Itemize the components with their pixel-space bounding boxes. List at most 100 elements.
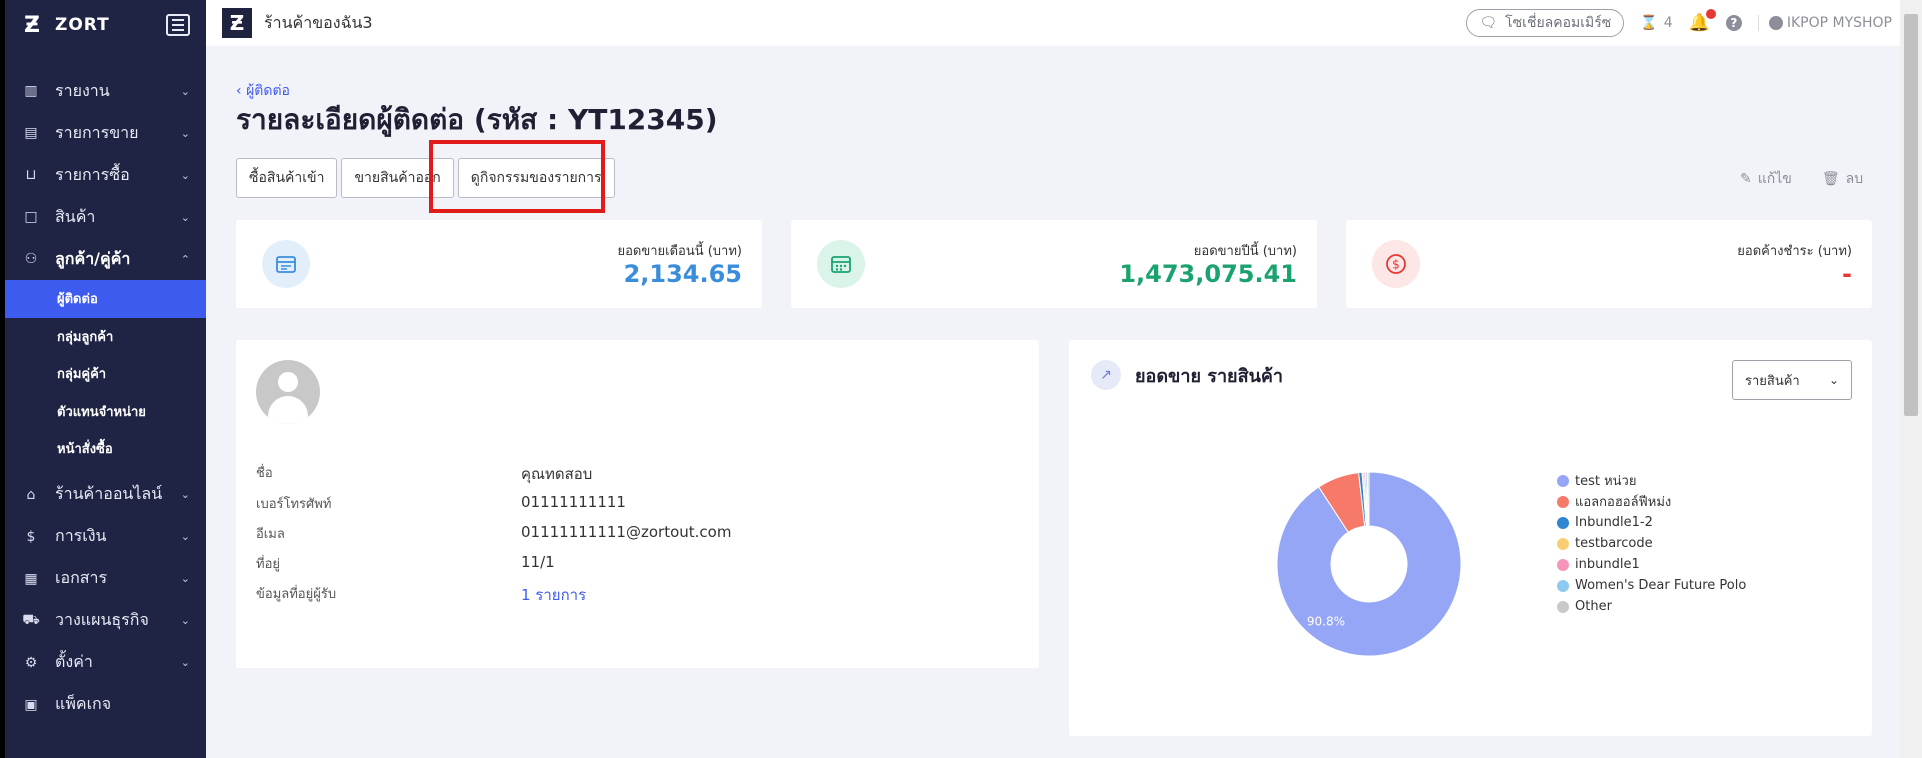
chevron-up-icon: ⌃ <box>180 252 190 266</box>
sidebar-item-label: สินค้า <box>55 206 96 226</box>
help-icon[interactable]: ? <box>1725 15 1742 31</box>
chevron-down-icon: ⌄ <box>180 210 190 224</box>
trend-chart-icon: ↗ <box>1091 360 1121 390</box>
sidebar-item-label: การเงิน <box>55 526 107 545</box>
zort-logo-icon: Ƶ <box>24 12 40 38</box>
social-commerce-button[interactable]: 🗨 โซเชี่ยลคอมเมิร์ซ <box>1466 9 1625 37</box>
legend-swatch <box>1557 537 1569 550</box>
field-label-name: ชื่อ <box>256 466 273 481</box>
edit-button[interactable]: ✎ แก้ไข <box>1740 168 1792 190</box>
page-scrollbar[interactable] <box>1900 0 1922 758</box>
legend-label: Other <box>1575 599 1612 614</box>
stat-label: ยอดค้างชำระ (บาท) <box>1737 244 1852 259</box>
social-commerce-label: โซเชี่ยลคอมเมิร์ซ <box>1505 15 1612 31</box>
sidebar-item-sales[interactable]: ▤ รายการขาย ⌄ <box>5 112 206 154</box>
top-bar-actions: 🗨 โซเชี่ยลคอมเมิร์ซ ⌛ 4 🔔 ? IKPOP MYSHOP <box>1466 9 1922 37</box>
user-avatar-icon <box>1768 16 1783 30</box>
sidebar-item-label: เอกสาร <box>55 568 108 587</box>
product-filter-select[interactable]: รายสินค้า ⌄ <box>1732 360 1852 400</box>
sidebar-subitem-contacts[interactable]: ผู้ติดต่อ <box>5 280 206 318</box>
sidebar-subitem-partner-groups[interactable]: กลุ่มคู่ค้า <box>5 355 206 393</box>
delete-button[interactable]: 🗑 ลบ <box>1822 168 1863 190</box>
stat-value: 1,473,075.41 <box>1119 260 1297 288</box>
sidebar-item-products[interactable]: □ สินค้า ⌄ <box>5 196 206 238</box>
sidebar-item-contacts[interactable]: ⚇ ลูกค้า/คู่ค้า ⌃ <box>5 238 206 280</box>
select-value: รายสินค้า <box>1745 373 1800 389</box>
sales-by-product-card: ↗ ยอดขาย รายสินค้า รายสินค้า ⌄ 90.8% tes… <box>1069 340 1872 736</box>
basket-icon: ⊔ <box>25 167 37 183</box>
sidebar-nav: ▥ รายงาน ⌄ ▤ รายการขาย ⌄ ⊔ รายการซื้อ ⌄ … <box>5 70 206 726</box>
tab-purchase-in[interactable]: ซื้อสินค้าเข้า <box>236 158 338 198</box>
chevron-down-icon: ⌄ <box>180 488 190 501</box>
sidebar-item-finance[interactable]: $ การเงิน ⌄ <box>5 516 206 558</box>
sidebar-submenu: ผู้ติดต่อ กลุ่มลูกค้า กลุ่มคู่ค้า ตัวแทน… <box>5 280 206 468</box>
stat-label: ยอดขายเดือนนี้ (บาท) <box>617 244 742 259</box>
chevron-down-icon: ⌄ <box>180 168 190 182</box>
stat-label: ยอดขายปีนี้ (บาท) <box>1193 244 1297 259</box>
shop-logo-icon[interactable]: Ƶ <box>222 8 252 38</box>
legend-swatch <box>1557 558 1569 571</box>
sidebar-item-label: ลูกค้า/คู่ค้า <box>55 248 131 268</box>
sidebar-subitem-order-page[interactable]: หน้าสั่งซื้อ <box>5 430 206 468</box>
field-value-phone: 01111111111 <box>521 493 626 511</box>
edit-label: แก้ไข <box>1757 171 1792 187</box>
chevron-down-icon: ⌄ <box>180 530 190 543</box>
sidebar-item-online-store[interactable]: ⌂ ร้านค้าออนไลน์ ⌄ <box>5 474 206 516</box>
legend-swatch <box>1557 516 1569 529</box>
sidebar-item-report[interactable]: ▥ รายงาน ⌄ <box>5 70 206 112</box>
recipient-link[interactable]: 1 รายการ <box>521 583 586 607</box>
chevron-down-icon: ⌄ <box>180 614 190 627</box>
sidebar-item-label: วางแผนธุรกิจ <box>55 610 149 629</box>
briefcase-icon: ▣ <box>24 696 38 713</box>
chevron-down-icon: ⌄ <box>180 572 190 585</box>
sidebar-item-business-plan[interactable]: ⛟ วางแผนธุรกิจ ⌄ <box>5 600 206 642</box>
donut-chart: 90.8% <box>1276 471 1462 657</box>
sidebar-item-label: รายงาน <box>55 80 110 100</box>
sidebar-subitem-customer-groups[interactable]: กลุ่มลูกค้า <box>5 318 206 356</box>
stat-value: 2,134.65 <box>623 260 742 288</box>
legend-swatch <box>1557 579 1569 592</box>
menu-toggle-icon[interactable] <box>166 14 190 36</box>
users-icon: ⚇ <box>24 251 38 267</box>
breadcrumb-label: ผู้ติดต่อ <box>246 83 290 99</box>
store-icon: ⌂ <box>26 486 36 503</box>
sidebar-subitem-dealers[interactable]: ตัวแทนจำหน่าย <box>5 393 206 431</box>
sidebar-item-documents[interactable]: ▦ เอกสาร ⌄ <box>5 558 206 600</box>
notification-bell-icon[interactable]: 🔔 <box>1689 9 1716 33</box>
legend-item[interactable]: inbundle1 <box>1557 554 1746 575</box>
trash-icon: 🗑 <box>1821 171 1840 187</box>
highlight-box <box>429 140 605 213</box>
sidebar-item-package[interactable]: ▣ แพ็คเกจ <box>5 684 206 726</box>
legend-item[interactable]: แอลกอฮอล์ฟีหม่ง <box>1557 491 1746 512</box>
scrollbar-thumb[interactable] <box>1904 14 1918 416</box>
dollar-icon: $ <box>26 528 36 545</box>
legend-item[interactable]: Inbundle1-2 <box>1557 512 1746 533</box>
shop-name[interactable]: ร้านค้าของฉัน3 <box>264 11 373 36</box>
chart-legend: test หน่วยแอลกอฮอล์ฟีหม่ง Inbundle1-2 test… <box>1557 470 1746 617</box>
legend-item[interactable]: testbarcode <box>1557 533 1746 554</box>
legend-item[interactable]: test หน่วย <box>1557 470 1746 491</box>
hourglass-counter[interactable]: ⌛ 4 <box>1640 15 1672 31</box>
legend-label: แอลกอฮอล์ฟีหม่ง <box>1575 495 1672 510</box>
clipboard-icon: ▤ <box>24 125 38 141</box>
stat-value: - <box>1842 260 1852 288</box>
brand: Ƶ ZORT <box>5 0 206 50</box>
notification-dot <box>1705 9 1716 19</box>
legend-label: testbarcode <box>1575 536 1653 551</box>
legend-label: test หน่วย <box>1575 474 1637 489</box>
chevron-down-icon: ⌄ <box>1828 373 1839 387</box>
contact-card: ชื่อ คุณทดสอบ เบอร์โทรศัพท์ 01111111111 … <box>236 340 1039 668</box>
user-menu[interactable]: IKPOP MYSHOP <box>1757 15 1892 31</box>
sidebar-item-purchases[interactable]: ⊔ รายการซื้อ ⌄ <box>5 154 206 196</box>
sidebar: Ƶ ZORT ▥ รายงาน ⌄ ▤ รายการขาย ⌄ ⊔ รายการ… <box>0 0 206 758</box>
stat-card-outstanding: $ ยอดค้างชำระ (บาท) - <box>1346 220 1872 308</box>
chevron-down-icon: ⌄ <box>180 656 190 669</box>
sidebar-item-settings[interactable]: ⚙ ตั้งค่า ⌄ <box>5 642 206 684</box>
stat-card-month: ยอดขายเดือนนี้ (บาท) 2,134.65 <box>236 220 762 308</box>
legend-item[interactable]: Women's Dear Future Polo <box>1557 575 1746 596</box>
legend-item[interactable]: Other <box>1557 596 1746 617</box>
calendar-grid-icon <box>817 240 865 288</box>
legend-label: Inbundle1-2 <box>1575 515 1653 530</box>
slice-data-label: 90.8% <box>1307 614 1345 628</box>
field-value-name: คุณทดสอบ <box>521 465 593 483</box>
